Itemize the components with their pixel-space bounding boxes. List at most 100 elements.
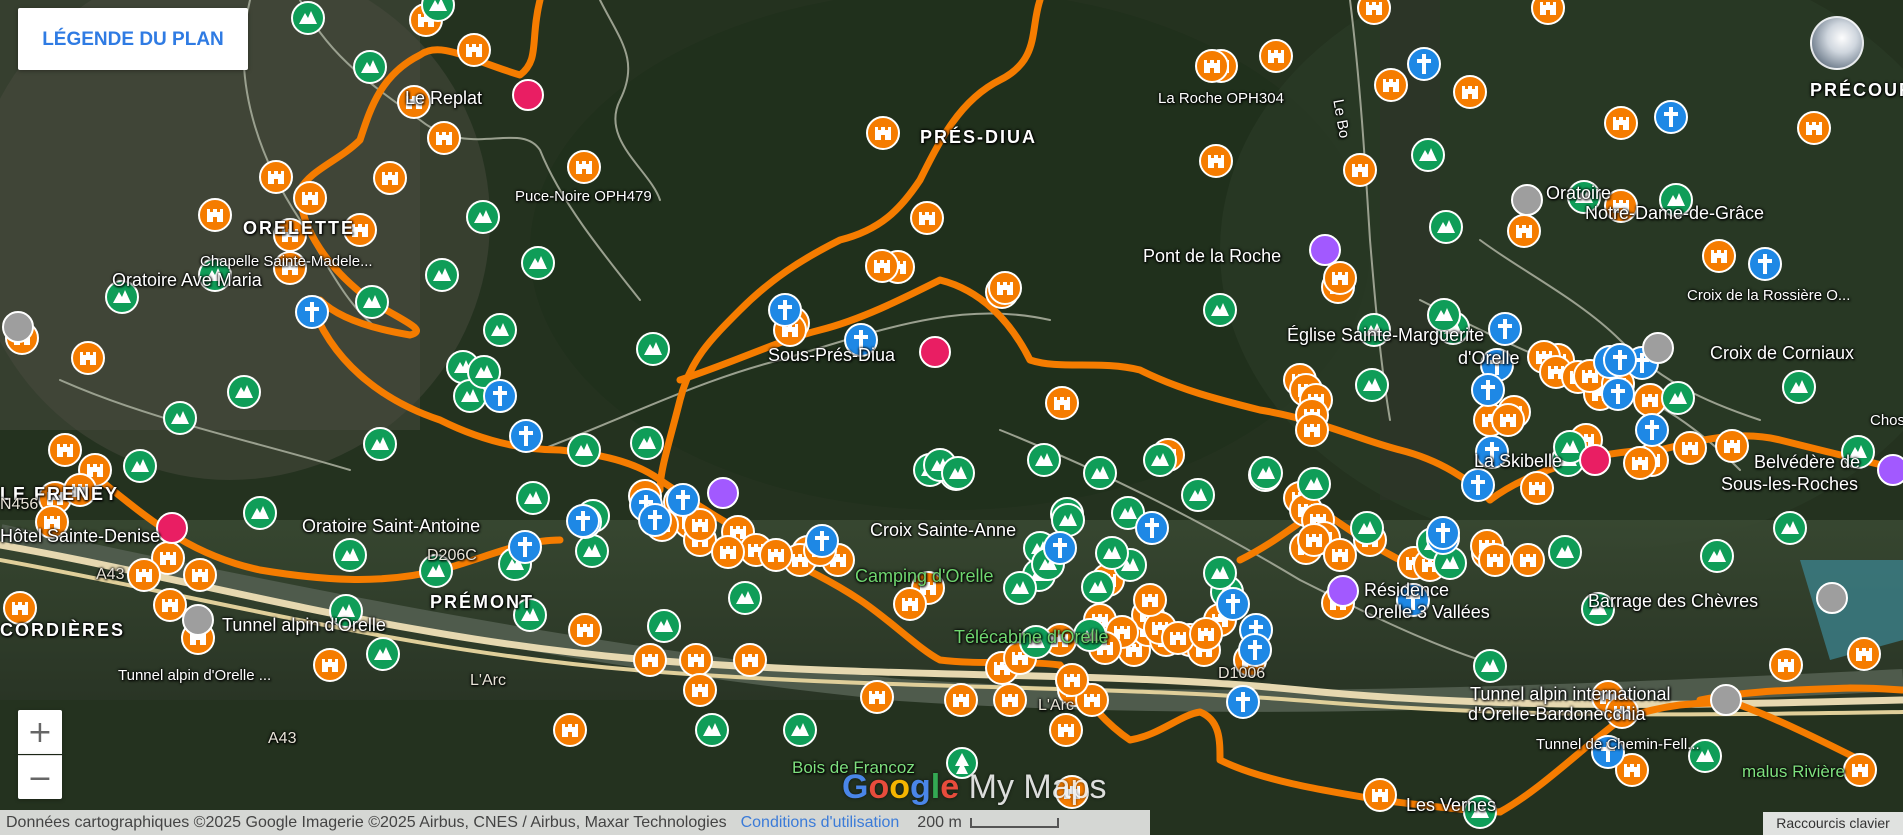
cross-marker[interactable] bbox=[1654, 100, 1688, 134]
mountain-marker[interactable] bbox=[1051, 503, 1085, 537]
castle-marker[interactable] bbox=[1478, 543, 1512, 577]
mountain-marker[interactable] bbox=[1203, 293, 1237, 327]
cross-marker[interactable] bbox=[1396, 583, 1430, 617]
castle-marker[interactable] bbox=[1195, 49, 1229, 83]
castle-marker[interactable] bbox=[683, 673, 717, 707]
castle-marker[interactable] bbox=[313, 648, 347, 682]
castle-marker[interactable] bbox=[1604, 106, 1638, 140]
castle-marker[interactable] bbox=[1797, 111, 1831, 145]
cross-marker[interactable] bbox=[1238, 633, 1272, 667]
cross-marker[interactable] bbox=[768, 293, 802, 327]
castle-marker[interactable] bbox=[711, 535, 745, 569]
castle-marker[interactable] bbox=[944, 683, 978, 717]
mountain-marker[interactable] bbox=[1027, 443, 1061, 477]
cross-marker[interactable] bbox=[1488, 312, 1522, 346]
castle-marker[interactable] bbox=[1520, 471, 1554, 505]
mountain-marker[interactable] bbox=[243, 496, 277, 530]
mountain-marker[interactable] bbox=[567, 433, 601, 467]
mountain-marker[interactable] bbox=[630, 426, 664, 460]
mountain-marker[interactable] bbox=[1473, 649, 1507, 683]
cross-marker[interactable] bbox=[1748, 247, 1782, 281]
cross-marker[interactable] bbox=[295, 295, 329, 329]
monument-marker[interactable] bbox=[182, 604, 214, 636]
cross-marker[interactable] bbox=[509, 419, 543, 453]
castle-marker[interactable] bbox=[127, 558, 161, 592]
castle-marker[interactable] bbox=[1363, 778, 1397, 812]
cross-marker[interactable] bbox=[566, 504, 600, 538]
castle-marker[interactable] bbox=[397, 85, 431, 119]
mountain-marker[interactable] bbox=[333, 538, 367, 572]
castle-marker[interactable] bbox=[71, 341, 105, 375]
mountain-marker[interactable] bbox=[353, 50, 387, 84]
mountain-marker[interactable] bbox=[783, 713, 817, 747]
mountain-marker[interactable] bbox=[647, 609, 681, 643]
castle-marker[interactable] bbox=[1323, 261, 1357, 295]
cross-marker[interactable] bbox=[1591, 735, 1625, 769]
mountain-marker[interactable] bbox=[636, 332, 670, 366]
monument-marker[interactable] bbox=[1642, 332, 1674, 364]
castle-marker[interactable] bbox=[427, 121, 461, 155]
mountain-marker[interactable] bbox=[1659, 183, 1693, 217]
cross-marker[interactable] bbox=[1407, 47, 1441, 81]
camera-marker[interactable] bbox=[1309, 234, 1341, 266]
cross-marker[interactable] bbox=[1601, 377, 1635, 411]
cross-marker[interactable] bbox=[638, 503, 672, 537]
mountain-marker[interactable] bbox=[513, 598, 547, 632]
camera-marker[interactable] bbox=[1877, 454, 1903, 486]
castle-marker[interactable] bbox=[273, 251, 307, 285]
mountain-marker[interactable] bbox=[1297, 467, 1331, 501]
mountain-marker[interactable] bbox=[1181, 478, 1215, 512]
cross-marker[interactable] bbox=[1635, 413, 1669, 447]
mountain-marker[interactable] bbox=[425, 258, 459, 292]
mountain-marker[interactable] bbox=[1083, 456, 1117, 490]
castle-marker[interactable] bbox=[679, 643, 713, 677]
castle-marker[interactable] bbox=[553, 713, 587, 747]
castle-marker[interactable] bbox=[1453, 75, 1487, 109]
mountain-marker[interactable] bbox=[1567, 180, 1601, 214]
mountain-marker[interactable] bbox=[1357, 313, 1391, 347]
castle-marker[interactable] bbox=[457, 33, 491, 67]
mountain-marker[interactable] bbox=[1773, 511, 1807, 545]
hotel-marker[interactable] bbox=[156, 512, 188, 544]
mountain-marker[interactable] bbox=[1782, 370, 1816, 404]
castle-marker[interactable] bbox=[759, 538, 793, 572]
castle-marker[interactable] bbox=[1673, 431, 1707, 465]
mountain-marker[interactable] bbox=[366, 637, 400, 671]
mountain-marker[interactable] bbox=[1203, 556, 1237, 590]
castle-marker[interactable] bbox=[1323, 538, 1357, 572]
mountain-marker[interactable] bbox=[1411, 138, 1445, 172]
mountain-marker[interactable] bbox=[728, 581, 762, 615]
mountain-marker[interactable] bbox=[355, 285, 389, 319]
castle-marker[interactable] bbox=[633, 643, 667, 677]
mountain-marker[interactable] bbox=[941, 456, 975, 490]
castle-marker[interactable] bbox=[1605, 695, 1639, 729]
mountain-marker[interactable] bbox=[1700, 539, 1734, 573]
castle-marker[interactable] bbox=[1357, 0, 1391, 25]
castle-marker[interactable] bbox=[1843, 753, 1877, 787]
castle-marker[interactable] bbox=[893, 587, 927, 621]
mountain-marker[interactable] bbox=[1003, 571, 1037, 605]
castle-marker[interactable] bbox=[1343, 153, 1377, 187]
mountain-marker[interactable] bbox=[483, 313, 517, 347]
mountain-marker[interactable] bbox=[1427, 298, 1461, 332]
mountain-marker[interactable] bbox=[1429, 210, 1463, 244]
mountain-marker[interactable] bbox=[1095, 536, 1129, 570]
castle-marker[interactable] bbox=[1715, 429, 1749, 463]
cross-marker[interactable] bbox=[1475, 435, 1509, 469]
cross-marker[interactable] bbox=[508, 530, 542, 564]
castle-marker[interactable] bbox=[1531, 0, 1565, 25]
mountain-marker[interactable] bbox=[291, 1, 325, 35]
castle-marker[interactable] bbox=[1491, 403, 1525, 437]
hotel-marker[interactable] bbox=[919, 336, 951, 368]
map-canvas[interactable] bbox=[0, 0, 1903, 835]
mountain-marker[interactable] bbox=[575, 534, 609, 568]
castle-marker[interactable] bbox=[63, 473, 97, 507]
cross-marker[interactable] bbox=[1426, 516, 1460, 550]
cross-marker[interactable] bbox=[1461, 468, 1495, 502]
castle-marker[interactable] bbox=[860, 680, 894, 714]
camera-marker[interactable] bbox=[1327, 575, 1359, 607]
castle-marker[interactable] bbox=[1259, 39, 1293, 73]
mountain-marker[interactable] bbox=[163, 401, 197, 435]
camera-marker[interactable] bbox=[707, 477, 739, 509]
castle-marker[interactable] bbox=[1769, 648, 1803, 682]
